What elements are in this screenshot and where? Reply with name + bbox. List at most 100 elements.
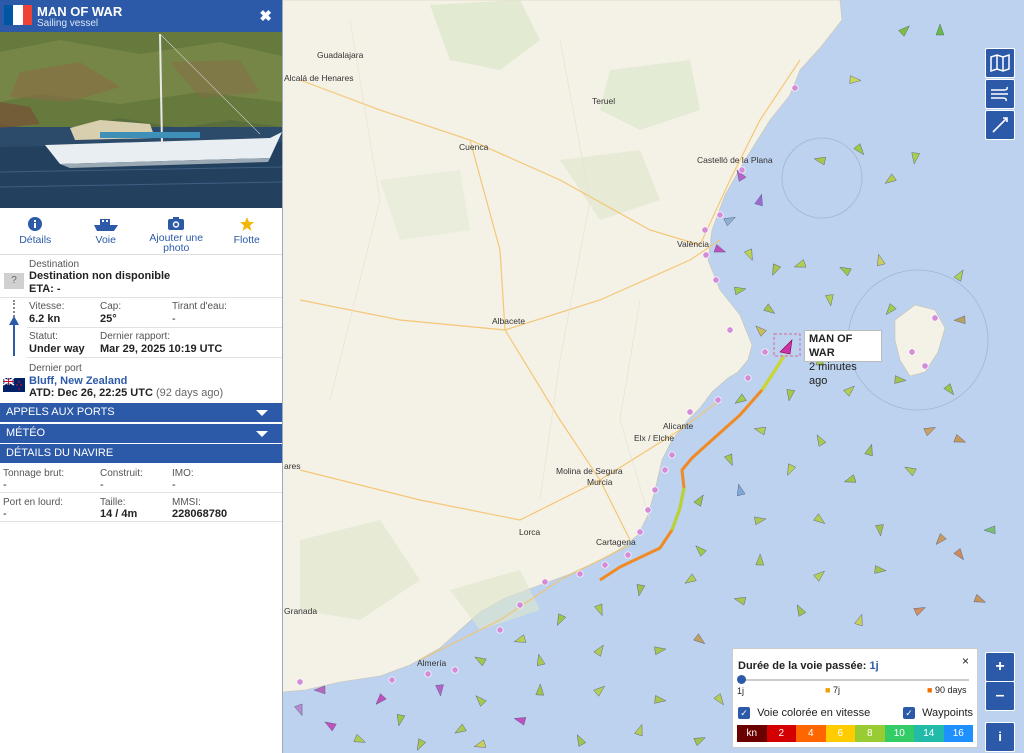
port-marker[interactable] <box>644 506 652 514</box>
built-value: - <box>100 479 104 491</box>
vessel-map-callout[interactable]: MAN OF WAR 2 minutes ago <box>804 330 882 387</box>
city-label: Molina de Segura <box>556 466 623 476</box>
vessel-details-section[interactable]: DÉTAILS DU NAVIRE <box>0 444 282 463</box>
port-marker[interactable] <box>702 251 710 259</box>
map-layers-icon <box>990 53 1010 73</box>
gross-tonnage-label: Tonnage brut: <box>3 468 65 479</box>
gross-tonnage-value: - <box>3 479 7 491</box>
status-value: Under way <box>29 343 85 355</box>
tab-track-label: Voie <box>95 234 116 246</box>
status-row: Statut: Under way Dernier rapport: Mar 2… <box>27 328 282 358</box>
city-label: Cartagena <box>596 537 636 547</box>
course-label: Cap: <box>100 301 122 312</box>
port-marker[interactable] <box>726 326 734 334</box>
port-marker[interactable] <box>424 670 432 678</box>
vessel-photo[interactable] <box>0 32 282 208</box>
tab-details[interactable]: Détails <box>0 210 71 254</box>
port-marker[interactable] <box>661 466 669 474</box>
eta-value: ETA: - <box>29 283 61 295</box>
tab-track[interactable]: Voie <box>71 210 142 254</box>
port-marker[interactable] <box>601 561 609 569</box>
port-marker[interactable] <box>636 528 644 536</box>
port-marker[interactable] <box>908 348 916 356</box>
waypoints-label: Waypoints <box>922 707 974 719</box>
destination-label: Destination <box>29 259 80 270</box>
port-marker[interactable] <box>712 276 720 284</box>
last-port-label: Dernier port <box>29 363 82 374</box>
port-marker[interactable] <box>541 578 549 586</box>
port-marker[interactable] <box>516 601 524 609</box>
waypoints-toggle[interactable]: ✓ Waypoints <box>903 707 974 720</box>
destination-value: Destination non disponible <box>29 270 171 282</box>
city-label: Lorca <box>519 527 541 537</box>
city-label: Alicante <box>663 421 694 431</box>
new-zealand-flag-icon <box>3 378 25 392</box>
panel-tabs: Détails Voie Ajouter une photo Flotte <box>0 210 282 255</box>
port-marker[interactable] <box>738 166 746 174</box>
legend-title: Durée de la voie passée: <box>738 660 867 672</box>
lock-icon: ■ <box>927 685 933 695</box>
checkbox-checked-icon[interactable]: ✓ <box>903 707 915 720</box>
last-port-row: Dernier port Bluff, New Zealand ATD: Dec… <box>0 360 282 402</box>
info-button[interactable]: i <box>985 722 1015 752</box>
port-calls-title: APPELS AUX PORTS <box>6 406 115 418</box>
port-marker[interactable] <box>388 676 396 684</box>
duration-slider-handle[interactable] <box>737 675 746 684</box>
callout-time: 2 minutes ago <box>809 361 857 387</box>
details-row-2: Port en lourd: - Taille: 14 / 4m MMSI: 2… <box>0 493 282 522</box>
port-marker[interactable] <box>791 84 799 92</box>
last-port-link[interactable]: Bluff, New Zealand <box>29 375 127 387</box>
measure-tool-button[interactable] <box>985 110 1015 140</box>
speed-label: Vitesse: <box>29 301 65 312</box>
vessel-name: MAN OF WAR <box>37 4 123 19</box>
vessel-details-title: DÉTAILS DU NAVIRE <box>6 447 114 459</box>
speed-colored-toggle[interactable]: ✓ Voie colorée en vitesse <box>738 707 870 720</box>
port-marker[interactable] <box>921 362 929 370</box>
port-calls-section[interactable]: APPELS AUX PORTS <box>0 403 282 422</box>
speed-value: 6.2 kn <box>29 313 61 325</box>
duration-slider[interactable] <box>737 675 969 684</box>
port-marker[interactable] <box>701 226 709 234</box>
slider-mark-90: 90 days <box>934 685 967 695</box>
port-marker[interactable] <box>651 486 659 494</box>
weather-layer-button[interactable] <box>985 79 1015 109</box>
tab-fleet[interactable]: Flotte <box>212 210 283 254</box>
port-marker[interactable] <box>668 451 676 459</box>
lock-icon: ■ <box>825 685 831 695</box>
port-marker[interactable] <box>714 396 722 404</box>
port-marker[interactable] <box>451 666 459 674</box>
speed-scale-segment: 8 <box>855 725 885 742</box>
port-marker[interactable] <box>761 348 769 356</box>
port-marker[interactable] <box>686 408 694 416</box>
close-icon[interactable]: ✖ <box>259 7 272 25</box>
port-marker[interactable] <box>931 314 939 322</box>
mmsi-label: MMSI: <box>172 497 201 508</box>
speed-scale-segment: 4 <box>796 725 826 742</box>
city-label: Elx / Elche <box>634 433 674 443</box>
zoom-out-button[interactable]: – <box>985 681 1015 711</box>
city-label: Almería <box>417 658 447 668</box>
legend-close-icon[interactable]: × <box>962 654 969 668</box>
port-marker[interactable] <box>744 374 752 382</box>
port-marker[interactable] <box>496 626 504 634</box>
zoom-in-button[interactable]: + <box>985 652 1015 682</box>
port-marker[interactable] <box>624 551 632 559</box>
checkbox-checked-icon[interactable]: ✓ <box>738 707 750 720</box>
city-label: Teruel <box>592 96 615 106</box>
speed-scale-segment: 2 <box>766 725 796 742</box>
atd-ago: (92 days ago) <box>155 387 224 399</box>
port-marker[interactable] <box>296 678 304 686</box>
map-layers-button[interactable] <box>985 48 1015 78</box>
weather-section[interactable]: MÉTÉO <box>0 424 282 443</box>
flag-icon <box>4 5 32 25</box>
deadweight-label: Port en lourd: <box>3 497 64 508</box>
weather-title: MÉTÉO <box>6 427 46 439</box>
city-label: Murcia <box>587 477 613 487</box>
deadweight-value: - <box>3 508 7 520</box>
draught-value: - <box>172 313 176 325</box>
mmsi-value: 228068780 <box>172 508 228 520</box>
port-marker[interactable] <box>576 570 584 578</box>
port-marker[interactable] <box>716 211 724 219</box>
chevron-down-icon <box>256 431 268 437</box>
tab-add-photo[interactable]: Ajouter une photo <box>141 210 212 254</box>
